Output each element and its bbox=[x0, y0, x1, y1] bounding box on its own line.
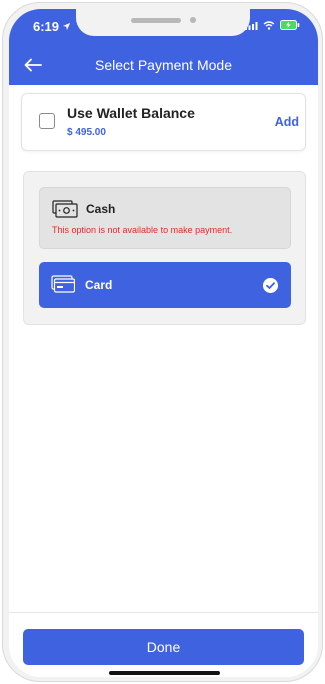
screen: 6:19 Select Payment Mode Use Wallet Bala… bbox=[9, 9, 318, 677]
device-notch bbox=[76, 9, 250, 36]
wallet-amount: $ 495.00 bbox=[67, 127, 106, 138]
status-time: 6:19 bbox=[33, 19, 71, 34]
cash-unavailable-message: This option is not available to make pay… bbox=[52, 225, 233, 235]
front-camera bbox=[190, 17, 196, 23]
status-icons bbox=[245, 20, 300, 30]
cash-icon bbox=[52, 200, 78, 218]
status-time-text: 6:19 bbox=[33, 19, 60, 34]
battery-icon bbox=[280, 20, 300, 30]
card-label: Card bbox=[85, 278, 113, 292]
wallet-checkbox[interactable] bbox=[39, 113, 55, 129]
home-indicator bbox=[109, 671, 220, 675]
done-button[interactable]: Done bbox=[23, 629, 304, 665]
wallet-balance-card: Use Wallet Balance $ 495.00 Add bbox=[21, 93, 306, 151]
location-arrow-icon bbox=[62, 22, 71, 31]
wallet-label: Use Wallet Balance bbox=[67, 105, 195, 121]
check-circle-icon bbox=[263, 278, 278, 293]
page-title: Select Payment Mode bbox=[95, 57, 232, 73]
wifi-icon bbox=[263, 20, 275, 30]
speaker-grille bbox=[131, 18, 181, 23]
card-icon bbox=[51, 275, 75, 293]
add-money-link[interactable]: Add bbox=[275, 115, 299, 129]
phone-frame: 6:19 Select Payment Mode Use Wallet Bala… bbox=[2, 2, 323, 682]
cash-label: Cash bbox=[86, 202, 116, 216]
payment-options-panel: Cash This option is not available to mak… bbox=[23, 171, 306, 325]
card-option[interactable]: Card bbox=[39, 262, 291, 308]
footer-bar: Done bbox=[9, 612, 318, 677]
cash-option: Cash This option is not available to mak… bbox=[39, 187, 291, 249]
